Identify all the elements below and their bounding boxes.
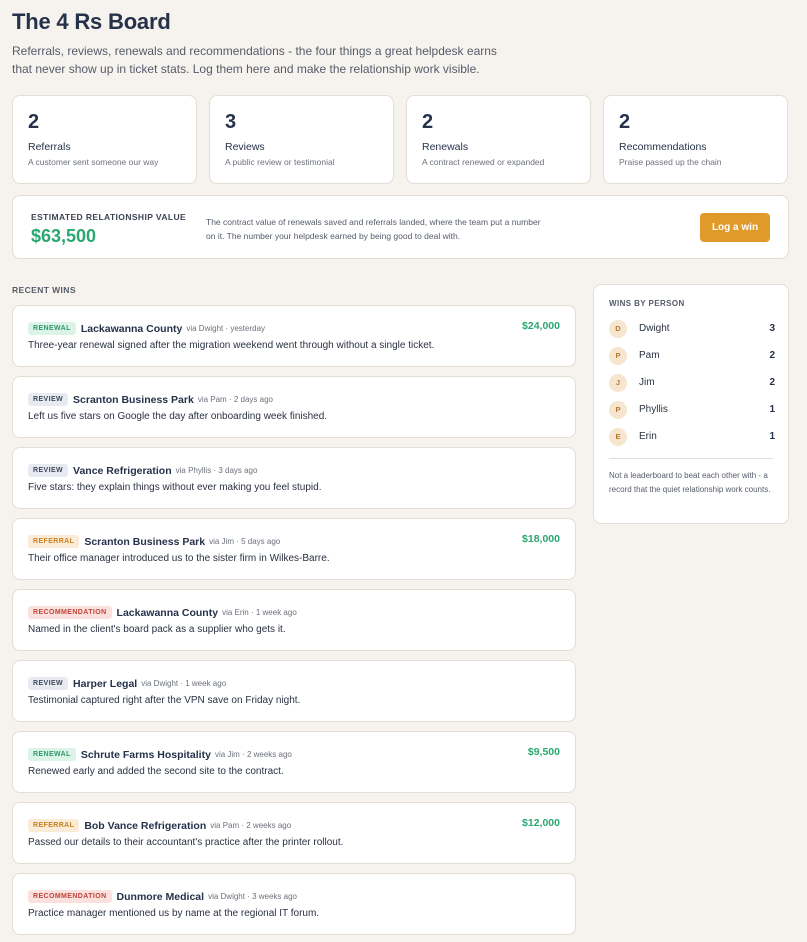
stat-count: 2 — [422, 111, 434, 133]
avatar: P — [609, 347, 627, 365]
stat-label: Recommendations — [619, 141, 707, 153]
person-name: Dwight — [639, 323, 670, 334]
win-client: Vance Refrigeration — [73, 464, 172, 477]
person-win-count: 3 — [769, 323, 775, 334]
stat-card-renewals: 2 Renewals A contract renewed or expande… — [406, 95, 591, 184]
win-card[interactable]: REVIEW Scranton Business Park via Pam · 2 … — [12, 376, 576, 438]
person-row: J Jim 2 — [609, 374, 775, 392]
stat-label: Referrals — [28, 141, 71, 153]
win-description: Left us five stars on Google the day aft… — [28, 411, 328, 422]
win-card[interactable]: REVIEW Harper Legal via Dwight · 1 week ag… — [12, 660, 576, 722]
win-amount: $24,000 — [522, 320, 560, 332]
win-type-badge: RENEWAL — [28, 322, 76, 336]
win-meta: via Jim · 5 days ago — [209, 537, 281, 547]
value-label: ESTIMATED RELATIONSHIP VALUE — [31, 212, 187, 222]
relationship-value-card: ESTIMATED RELATIONSHIP VALUE $63,500 The… — [12, 195, 789, 259]
divider — [609, 458, 773, 459]
win-type-badge: RECOMMENDATION — [28, 606, 112, 620]
stat-description: A public review or testimonial — [225, 157, 335, 167]
stat-description: Praise passed up the chain — [619, 157, 722, 167]
stat-count: 2 — [619, 111, 631, 133]
win-meta: via Erin · 1 week ago — [222, 608, 297, 618]
stat-label: Reviews — [225, 141, 265, 153]
person-name: Jim — [639, 377, 655, 388]
value-amount: $63,500 — [31, 226, 97, 246]
wins-by-person-heading: WINS BY PERSON — [609, 299, 685, 308]
avatar: P — [609, 401, 627, 419]
win-description: Their office manager introduced us to th… — [28, 553, 330, 564]
person-row: P Phyllis 1 — [609, 401, 775, 419]
person-row: P Pam 2 — [609, 347, 775, 365]
win-meta: via Pam · 2 weeks ago — [210, 821, 292, 831]
win-description: Five stars: they explain things without … — [28, 482, 322, 493]
stat-description: A customer sent someone our way — [28, 157, 159, 167]
win-card[interactable]: REFERRAL Bob Vance Refrigeration via Pam ·… — [12, 802, 576, 864]
recent-wins-heading: RECENT WINS — [12, 285, 76, 295]
win-description: Named in the client's board pack as a su… — [28, 624, 286, 635]
page-intro: Referrals, reviews, renewals and recomme… — [12, 44, 497, 76]
person-name: Erin — [639, 431, 657, 442]
win-client: Lackawanna County — [116, 606, 219, 619]
win-card[interactable]: RECOMMENDATION Dunmore Medical via Dwight … — [12, 873, 576, 935]
person-win-count: 2 — [769, 377, 775, 388]
win-client: Harper Legal — [73, 677, 138, 690]
win-meta: via Pam · 2 days ago — [197, 395, 273, 405]
win-type-badge: REVIEW — [28, 393, 69, 407]
avatar: J — [609, 374, 627, 392]
win-client: Scranton Business Park — [84, 535, 206, 548]
stat-label: Renewals — [422, 141, 469, 153]
page-title: The 4 Rs Board — [12, 9, 171, 34]
win-description: Three-year renewal signed after the migr… — [28, 340, 435, 351]
person-win-count: 1 — [769, 404, 775, 415]
wins-by-person-panel: WINS BY PERSON D Dwight 3 P Pam 2 J Jim … — [593, 284, 789, 524]
win-client: Schrute Farms Hospitality — [80, 748, 211, 761]
win-type-badge: RENEWAL — [28, 748, 76, 762]
win-client: Dunmore Medical — [116, 890, 205, 903]
win-amount: $12,000 — [522, 817, 560, 829]
win-card[interactable]: RENEWAL Schrute Farms Hospitality via Jim … — [12, 731, 576, 793]
win-card[interactable]: REFERRAL Scranton Business Park via Jim · … — [12, 518, 576, 580]
stat-count: 3 — [225, 111, 237, 133]
win-card[interactable]: REVIEW Vance Refrigeration via Phyllis · 3… — [12, 447, 576, 509]
win-meta: via Dwight · 1 week ago — [141, 679, 227, 689]
win-amount: $18,000 — [522, 533, 560, 545]
log-win-button[interactable]: Log a win — [700, 213, 770, 242]
stats-row: 2 Referrals A customer sent someone our … — [12, 95, 789, 184]
wins-by-person-note: Not a leaderboard to beat each other wit… — [609, 471, 771, 494]
person-win-count: 2 — [769, 350, 775, 361]
value-description: The contract value of renewals saved and… — [206, 217, 541, 241]
win-type-badge: REFERRAL — [28, 535, 80, 549]
win-meta: via Dwight · yesterday — [186, 324, 266, 334]
win-description: Practice manager mentioned us by name at… — [28, 908, 320, 919]
person-name: Phyllis — [639, 404, 668, 415]
stat-card-referrals: 2 Referrals A customer sent someone our … — [12, 95, 197, 184]
person-name: Pam — [639, 350, 660, 361]
win-type-badge: REFERRAL — [28, 819, 80, 833]
win-meta: via Jim · 2 weeks ago — [214, 750, 292, 760]
win-description: Renewed early and added the second site … — [28, 766, 284, 777]
avatar: E — [609, 428, 627, 446]
win-client: Scranton Business Park — [73, 393, 194, 406]
win-client: Lackawanna County — [80, 322, 183, 335]
avatar: D — [609, 320, 627, 338]
stat-description: A contract renewed or expanded — [422, 157, 545, 167]
win-card[interactable]: RENEWAL Lackawanna County via Dwight · yes… — [12, 305, 576, 367]
win-client: Bob Vance Refrigeration — [84, 819, 207, 832]
win-meta: via Phyllis · 3 days ago — [175, 466, 258, 476]
stat-card-recommendations: 2 Recommendations Praise passed up the c… — [603, 95, 788, 184]
person-win-count: 1 — [769, 431, 775, 442]
win-meta: via Dwight · 3 weeks ago — [208, 892, 297, 902]
win-description: Passed our details to their accountant's… — [28, 837, 344, 848]
person-row: E Erin 1 — [609, 428, 775, 446]
win-description: Testimonial captured right after the VPN… — [28, 695, 301, 706]
win-amount: $9,500 — [527, 746, 560, 758]
win-type-badge: REVIEW — [28, 677, 69, 691]
person-row: D Dwight 3 — [609, 320, 775, 338]
win-type-badge: RECOMMENDATION — [28, 890, 112, 904]
stat-count: 2 — [28, 111, 40, 133]
win-card[interactable]: RECOMMENDATION Lackawanna County via Erin … — [12, 589, 576, 651]
stat-card-reviews: 3 Reviews A public review or testimonial — [209, 95, 394, 184]
win-type-badge: REVIEW — [28, 464, 69, 478]
